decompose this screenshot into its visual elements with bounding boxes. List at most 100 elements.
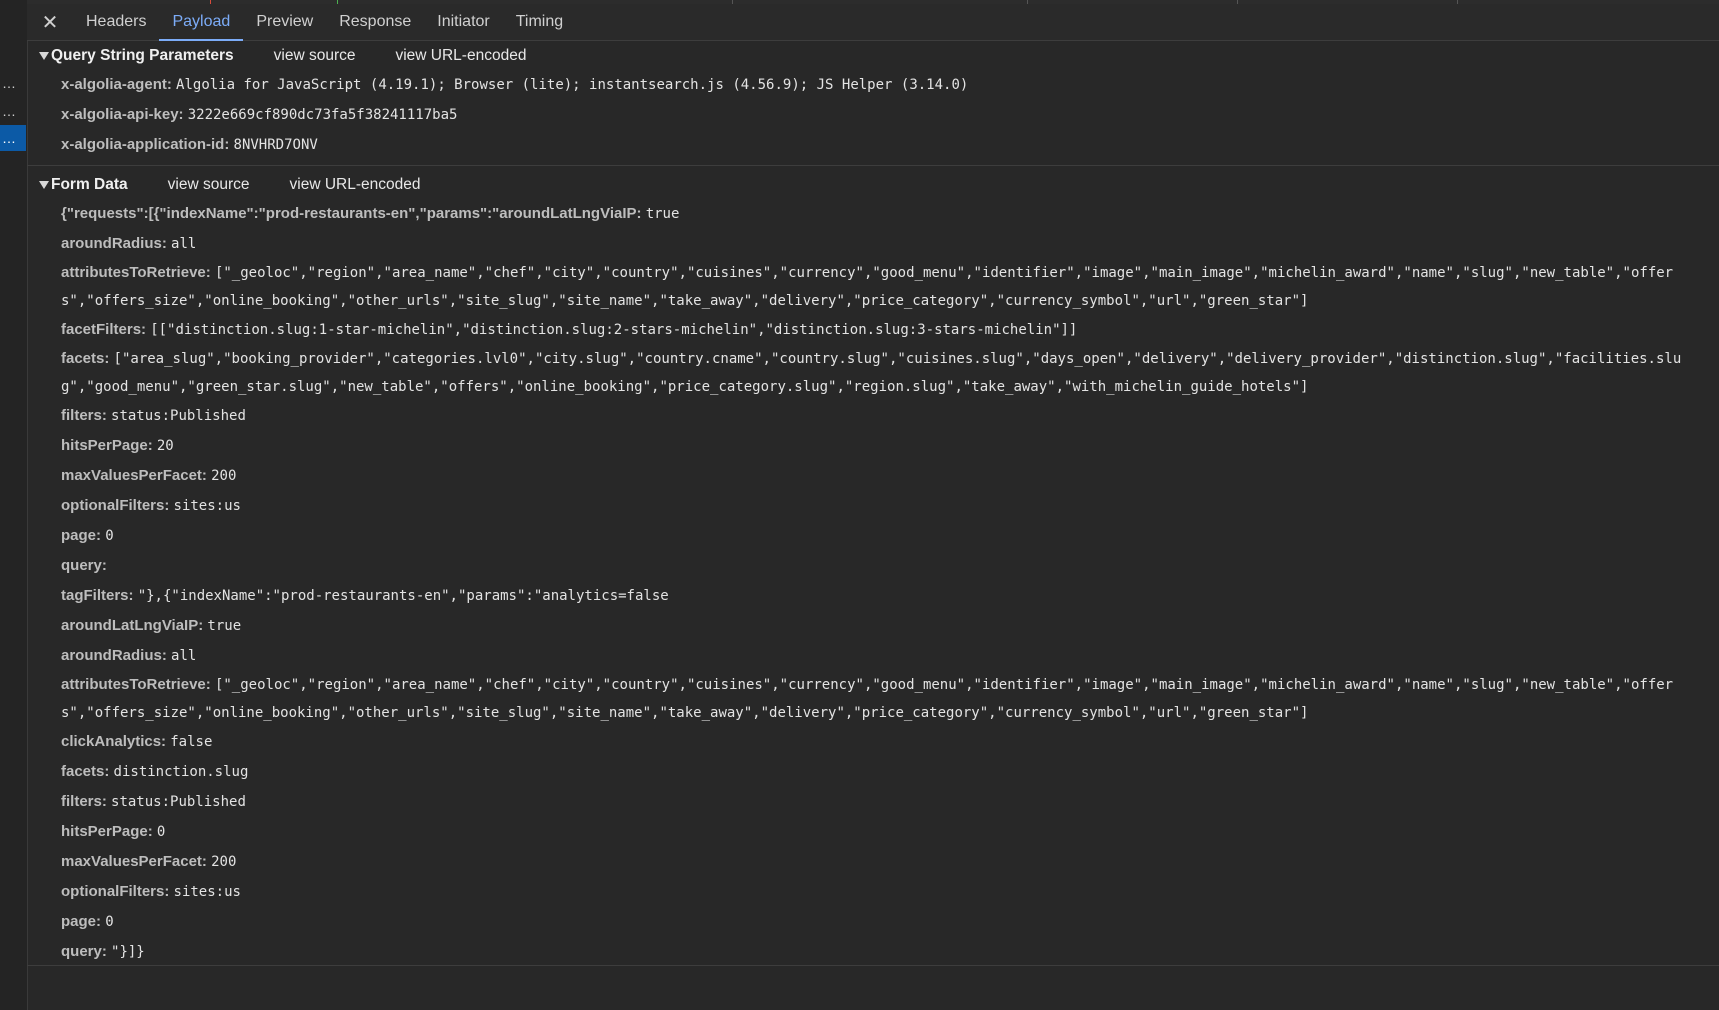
view-source-link[interactable]: view source: [168, 176, 250, 194]
param-key: page:: [61, 527, 102, 544]
param-row[interactable]: {"requests":[{"indexName":"prod-restaura…: [27, 199, 1719, 229]
tab-response[interactable]: Response: [326, 4, 424, 40]
bottom-divider: [27, 965, 1719, 966]
param-value: 8NVHRD7ONV: [233, 137, 318, 153]
param-row[interactable]: optionalFilters: sites:us: [27, 491, 1719, 521]
param-row[interactable]: query: "}]}: [27, 937, 1719, 967]
param-value: 200: [211, 854, 237, 870]
form-data-list: {"requests":[{"indexName":"prod-restaura…: [27, 199, 1719, 967]
request-row-selected[interactable]: …: [0, 125, 26, 151]
param-value: all: [171, 648, 197, 664]
tab-headers[interactable]: Headers: [73, 4, 159, 40]
param-key: facetFilters:: [61, 321, 147, 338]
collapse-triangle-icon[interactable]: [39, 51, 49, 60]
param-value: status:Published: [111, 408, 246, 424]
section-title[interactable]: Query String Parameters: [51, 47, 234, 65]
param-value: ["area_slug","booking_provider","categor…: [61, 351, 1682, 395]
param-key: attributesToRetrieve:: [61, 676, 211, 693]
param-key: x-algolia-api-key:: [61, 106, 184, 123]
param-key: optionalFilters:: [61, 497, 170, 514]
param-row[interactable]: aroundRadius: all: [27, 641, 1719, 671]
view-source-link[interactable]: view source: [274, 47, 356, 65]
param-key: filters:: [61, 407, 107, 424]
param-value: true: [645, 206, 680, 222]
param-row[interactable]: facets: ["area_slug","booking_provider",…: [27, 345, 1685, 401]
section-title[interactable]: Form Data: [51, 176, 128, 194]
param-value: [["distinction.slug:1-star-michelin","di…: [150, 322, 1078, 338]
param-value: ["_geoloc","region","area_name","chef","…: [61, 265, 1674, 309]
param-row[interactable]: hitsPerPage: 20: [27, 431, 1719, 461]
request-row[interactable]: …: [0, 70, 26, 96]
param-value: 3222e669cf890dc73fa5f38241117ba5: [187, 107, 458, 123]
param-key: tagFilters:: [61, 587, 134, 604]
param-key: page:: [61, 913, 102, 930]
param-value: 20: [156, 438, 174, 454]
param-row[interactable]: aroundLatLngViaIP: true: [27, 611, 1719, 641]
tab-preview[interactable]: Preview: [243, 4, 326, 40]
request-list-strip: … … …: [0, 0, 28, 1010]
param-key: x-algolia-application-id:: [61, 136, 230, 153]
param-value: sites:us: [173, 884, 241, 900]
param-row[interactable]: attributesToRetrieve: ["_geoloc","region…: [27, 259, 1685, 315]
param-value: sites:us: [173, 498, 241, 514]
param-key: hitsPerPage:: [61, 823, 153, 840]
param-value: 0: [156, 824, 166, 840]
view-url-encoded-link[interactable]: view URL-encoded: [290, 176, 421, 194]
form-data-header: Form Data view source view URL-encoded: [27, 170, 1719, 199]
param-row[interactable]: maxValuesPerFacet: 200: [27, 461, 1719, 491]
close-icon[interactable]: ✕: [27, 4, 73, 40]
param-value: false: [170, 734, 213, 750]
tab-initiator[interactable]: Initiator: [424, 4, 502, 40]
param-key: {"requests":[{"indexName":"prod-restaura…: [61, 205, 642, 222]
param-row[interactable]: page: 0: [27, 907, 1719, 937]
param-row[interactable]: clickAnalytics: false: [27, 727, 1719, 757]
param-row[interactable]: x-algolia-api-key: 3222e669cf890dc73fa5f…: [27, 100, 1719, 130]
param-value: "}]}: [111, 944, 145, 960]
request-row[interactable]: …: [0, 98, 26, 124]
param-row[interactable]: optionalFilters: sites:us: [27, 877, 1719, 907]
param-row[interactable]: filters: status:Published: [27, 401, 1719, 431]
param-value: Algolia for JavaScript (4.19.1); Browser…: [176, 77, 969, 93]
param-key: filters:: [61, 793, 107, 810]
param-key: facets:: [61, 763, 110, 780]
query-params-list: x-algolia-agent: Algolia for JavaScript …: [27, 70, 1719, 160]
param-value: 0: [105, 528, 114, 544]
param-row[interactable]: facetFilters: [["distinction.slug:1-star…: [27, 315, 1719, 345]
param-row[interactable]: page: 0: [27, 521, 1719, 551]
param-value: 200: [211, 468, 237, 484]
payload-panel: Query String Parameters view source view…: [27, 41, 1719, 1010]
devtools-network-detail: … … … ✕ Headers Payload Preview Response…: [0, 0, 1719, 1010]
param-key: aroundLatLngViaIP:: [61, 617, 204, 634]
param-row[interactable]: maxValuesPerFacet: 200: [27, 847, 1719, 877]
param-key: query:: [61, 943, 107, 960]
param-key: maxValuesPerFacet:: [61, 853, 207, 870]
view-url-encoded-link[interactable]: view URL-encoded: [395, 47, 526, 65]
detail-tab-bar: ✕ Headers Payload Preview Response Initi…: [27, 4, 1719, 41]
param-value: "},{"indexName":"prod-restaurants-en","p…: [137, 588, 669, 604]
param-key: aroundRadius:: [61, 647, 167, 664]
param-row[interactable]: aroundRadius: all: [27, 229, 1719, 259]
param-key: clickAnalytics:: [61, 733, 167, 750]
collapse-triangle-icon[interactable]: [39, 180, 49, 189]
param-row[interactable]: filters: status:Published: [27, 787, 1719, 817]
param-key: optionalFilters:: [61, 883, 170, 900]
param-key: query:: [61, 557, 107, 574]
param-row[interactable]: hitsPerPage: 0: [27, 817, 1719, 847]
section-divider: [27, 165, 1719, 166]
tab-payload[interactable]: Payload: [159, 4, 244, 41]
param-key: aroundRadius:: [61, 235, 167, 252]
param-key: attributesToRetrieve:: [61, 264, 211, 281]
param-key: x-algolia-agent:: [61, 76, 172, 93]
param-row[interactable]: facets: distinction.slug: [27, 757, 1719, 787]
param-row[interactable]: tagFilters: "},{"indexName":"prod-restau…: [27, 581, 1719, 611]
param-value: true: [207, 618, 242, 634]
param-row[interactable]: attributesToRetrieve: ["_geoloc","region…: [27, 671, 1685, 727]
param-key: facets:: [61, 350, 110, 367]
param-value: distinction.slug: [113, 764, 249, 780]
param-value: 0: [105, 914, 114, 930]
tab-timing[interactable]: Timing: [503, 4, 576, 40]
param-row[interactable]: query:: [27, 551, 1719, 581]
param-row[interactable]: x-algolia-agent: Algolia for JavaScript …: [27, 70, 1719, 100]
param-value: ["_geoloc","region","area_name","chef","…: [61, 677, 1674, 721]
param-row[interactable]: x-algolia-application-id: 8NVHRD7ONV: [27, 130, 1719, 160]
